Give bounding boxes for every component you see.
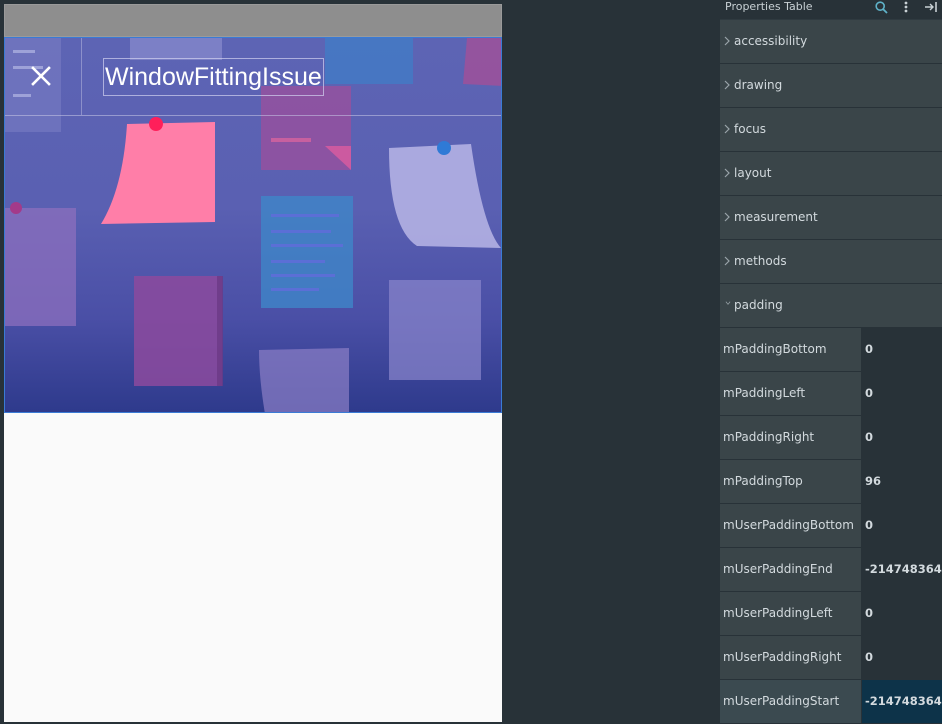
property-row[interactable]: mPaddingRight 0 [720, 416, 942, 460]
property-value[interactable]: 0 [862, 504, 942, 547]
group-label: focus [734, 122, 767, 136]
property-value[interactable]: 96 [862, 460, 942, 503]
property-name: mPaddingBottom [720, 328, 862, 371]
chevron-right-icon [724, 256, 730, 266]
property-value[interactable]: -2147483648 [862, 548, 942, 591]
chevron-right-icon [724, 168, 730, 178]
property-name: mUserPaddingRight [720, 636, 862, 679]
chevron-right-icon [724, 124, 730, 134]
property-row[interactable]: mPaddingLeft 0 [720, 372, 942, 416]
nav-divider [81, 38, 82, 115]
property-row[interactable]: mPaddingBottom 0 [720, 328, 942, 372]
group-label: methods [734, 254, 787, 268]
toolbar-title: WindowFittingIssue [103, 58, 324, 96]
collapsing-toolbar-header[interactable]: WindowFittingIssue [4, 37, 502, 413]
hide-panel-button[interactable] [922, 0, 940, 14]
group-label: layout [734, 166, 772, 180]
group-layout[interactable]: layout [720, 152, 942, 196]
device-preview: WindowFittingIssue [4, 4, 502, 722]
group-accessibility[interactable]: accessibility [720, 20, 942, 64]
more-options-button[interactable] [900, 0, 912, 14]
property-name: mPaddingLeft [720, 372, 862, 415]
property-name: mPaddingTop [720, 460, 862, 503]
property-row-selected[interactable]: mUserPaddingStart -2147483648 [720, 680, 942, 724]
chevron-down-icon [725, 301, 731, 305]
group-methods[interactable]: methods [720, 240, 942, 284]
property-row[interactable]: mPaddingTop 96 [720, 460, 942, 504]
chevron-right-icon [724, 36, 730, 46]
property-row[interactable]: mUserPaddingEnd -2147483648 [720, 548, 942, 592]
group-label: drawing [734, 78, 783, 92]
chevron-right-icon [724, 212, 730, 222]
more-vert-icon [904, 1, 908, 13]
property-row[interactable]: mUserPaddingLeft 0 [720, 592, 942, 636]
group-label: measurement [734, 210, 818, 224]
properties-panel-header: Properties Table [720, 0, 942, 19]
panel-title: Properties Table [725, 0, 813, 13]
group-measurement[interactable]: measurement [720, 196, 942, 240]
pin-panel-icon [925, 2, 937, 12]
app-bar-bounds [5, 115, 501, 116]
group-label: accessibility [734, 34, 808, 48]
property-value[interactable]: 0 [862, 416, 942, 459]
chevron-right-icon [724, 80, 730, 90]
close-icon [31, 66, 51, 86]
close-button[interactable] [25, 60, 57, 92]
property-name: mPaddingRight [720, 416, 862, 459]
content-area [4, 413, 502, 722]
group-padding[interactable]: padding [720, 284, 942, 328]
search-icon [874, 0, 888, 14]
property-name: mUserPaddingEnd [720, 548, 862, 591]
property-row[interactable]: mUserPaddingRight 0 [720, 636, 942, 680]
status-bar [4, 4, 502, 37]
property-value[interactable]: 0 [862, 372, 942, 415]
group-focus[interactable]: focus [720, 108, 942, 152]
group-label: padding [734, 298, 783, 312]
properties-panel: Properties Table accessibility drawing f… [720, 0, 942, 724]
property-name: mUserPaddingLeft [720, 592, 862, 635]
property-value[interactable]: 0 [862, 328, 942, 371]
property-value[interactable]: -2147483648 [862, 680, 942, 723]
property-value[interactable]: 0 [862, 636, 942, 679]
property-row[interactable]: mUserPaddingBottom 0 [720, 504, 942, 548]
group-drawing[interactable]: drawing [720, 64, 942, 108]
property-name: mUserPaddingStart [720, 680, 862, 723]
property-value[interactable]: 0 [862, 592, 942, 635]
property-name: mUserPaddingBottom [720, 504, 862, 547]
search-button[interactable] [873, 0, 889, 14]
